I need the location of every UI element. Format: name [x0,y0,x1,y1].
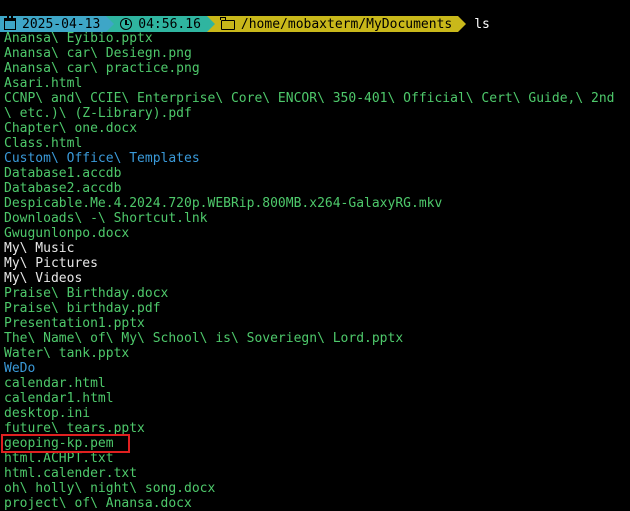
prompt-path-segment: /home/mobaxterm/MyDocuments [214,16,459,32]
file-entry: Asari.html [4,76,83,91]
file-entry: Database2.accdb [4,181,122,196]
file-entry: Gwugunlonpo.docx [4,226,130,241]
file-entry: Anansa\ Eyibio.pptx [4,31,153,46]
folder-icon [220,17,235,30]
prompt-date: 2025-04-13 [22,16,101,32]
file-entry: Chapter\ one.docx [4,121,138,136]
file-entry: calendar.html [4,376,106,391]
link-entry: My\ Pictures [4,256,98,271]
file-entry: Class.html [4,136,83,151]
powerline-separator [206,16,215,32]
file-entry: CCNP\ and\ CCIE\ Enterprise\ Core\ ENCOR… [4,91,615,106]
prompt-time: 04:56.16 [138,16,201,32]
file-entry: calendar1.html [4,391,114,406]
file-entry: desktop.ini [4,406,91,421]
file-entry: Praise\ birthday.pdf [4,301,161,316]
file-entry: Database1.accdb [4,166,122,181]
file-entry: project\ of\ Anansa.docx [4,496,192,511]
file-entry: Downloads\ -\ Shortcut.lnk [4,211,208,226]
terminal-window[interactable]: 2025-04-13 04:56.16 /home/mobaxterm/MyDo… [0,0,630,511]
file-entry: Water\ tank.pptx [4,346,130,361]
file-entry: Anansa\ car\ Desiegn.png [4,46,192,61]
link-entry: My\ Music [4,241,75,256]
directory-entry: Custom\ Office\ Templates [4,151,200,166]
prompt-time-segment: 04:56.16 [114,16,207,32]
file-entry: Anansa\ car\ practice.png [4,61,200,76]
directory-entry: WeDo [4,361,36,376]
command-text: ls [474,16,490,32]
file-entry: \ etc.)\ (Z-Library).pdf [4,106,192,121]
highlight-annotation [1,434,130,453]
file-entry: Despicable.Me.4.2024.720p.WEBRip.800MB.x… [4,196,443,211]
file-entry: Presentation1.pptx [4,316,145,331]
file-entry: Praise\ Birthday.docx [4,286,169,301]
calendar-icon [4,16,16,30]
file-entry: html.ACHPT.txt [4,451,114,466]
shell-prompt: 2025-04-13 04:56.16 /home/mobaxterm/MyDo… [0,16,490,32]
powerline-separator [106,16,115,32]
file-entry: The\ Name\ of\ My\ School\ is\ Soveriegn… [4,331,404,346]
clock-icon [120,18,133,30]
prompt-path: /home/mobaxterm/MyDocuments [240,16,453,32]
file-entry: oh\ holly\ night\ song.docx [4,481,216,496]
powerline-separator [458,16,467,32]
prompt-date-segment: 2025-04-13 [0,16,107,32]
file-entry: html.calender.txt [4,466,138,481]
link-entry: My\ Videos [4,271,83,286]
